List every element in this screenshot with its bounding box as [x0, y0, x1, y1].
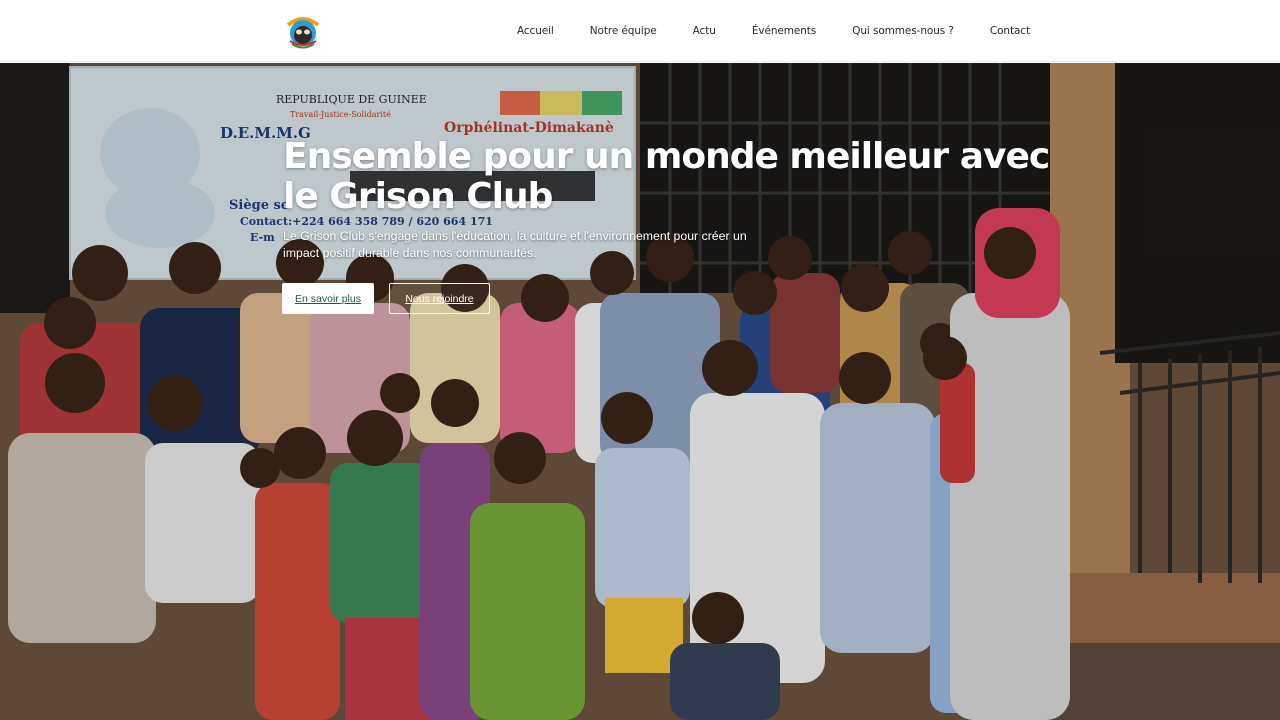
join-us-button[interactable]: Nous rejoindre — [389, 283, 490, 314]
nav-item-notre-equipe[interactable]: Notre équipe — [590, 25, 657, 37]
nav-item-evenements[interactable]: Événements — [752, 25, 816, 37]
hero-section: REPUBLIQUE DE GUINEE Travail-Justice-Sol… — [0, 63, 1280, 720]
hero-description: Le Grison Club s'engage dans l'éducation… — [283, 229, 747, 260]
hero-title: Ensemble pour un monde meilleur avec le … — [283, 136, 1050, 217]
site-header: Accueil Notre équipe Actu Événements Qui… — [0, 0, 1280, 62]
main-nav: Accueil Notre équipe Actu Événements Qui… — [517, 0, 1030, 62]
nav-item-actu[interactable]: Actu — [693, 25, 716, 37]
grison-club-logo-icon[interactable] — [283, 11, 323, 51]
learn-more-button[interactable]: En savoir plus — [282, 283, 374, 314]
nav-item-accueil[interactable]: Accueil — [517, 25, 554, 37]
nav-item-contact[interactable]: Contact — [990, 25, 1030, 37]
nav-item-qui-sommes-nous[interactable]: Qui sommes-nous ? — [852, 25, 954, 37]
